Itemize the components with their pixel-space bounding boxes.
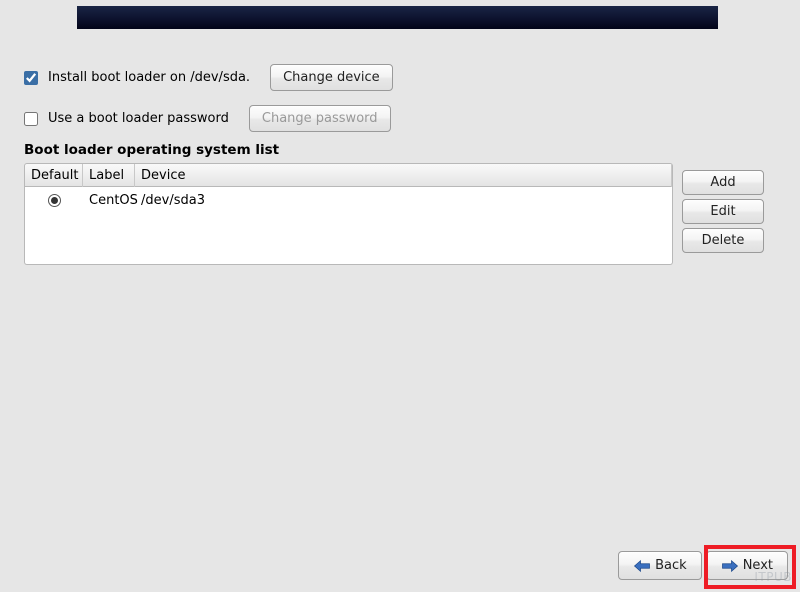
os-list: Default Label Device CentOS /dev/sda3 (24, 163, 673, 265)
change-device-button[interactable]: Change device (270, 64, 393, 91)
os-list-actions: Add Edit Delete (682, 170, 764, 253)
add-button[interactable]: Add (682, 170, 764, 195)
row-label: CentOS (83, 189, 135, 212)
use-password-row: Use a boot loader password Change passwo… (24, 105, 391, 132)
os-list-header: Default Label Device (24, 163, 673, 187)
back-button-label: Back (655, 558, 687, 573)
radio-selected-icon (48, 194, 61, 207)
table-row[interactable]: CentOS /dev/sda3 (25, 187, 672, 214)
os-list-title: Boot loader operating system list (24, 142, 279, 158)
change-password-button[interactable]: Change password (249, 105, 391, 132)
column-device[interactable]: Device (135, 164, 672, 187)
column-default[interactable]: Default (25, 164, 83, 187)
header-banner (77, 6, 718, 29)
row-device: /dev/sda3 (135, 189, 672, 212)
arrow-right-icon (721, 559, 739, 573)
install-bootloader-row: Install boot loader on /dev/sda. Change … (24, 64, 393, 91)
edit-button[interactable]: Edit (682, 199, 764, 224)
use-password-label: Use a boot loader password (48, 111, 229, 126)
row-default-radio[interactable] (25, 189, 83, 212)
watermark: ITPUB (754, 570, 792, 584)
arrow-left-icon (633, 559, 651, 573)
column-label[interactable]: Label (83, 164, 135, 187)
install-bootloader-checkbox[interactable] (24, 71, 38, 85)
use-password-checkbox[interactable] (24, 112, 38, 126)
delete-button[interactable]: Delete (682, 228, 764, 253)
install-bootloader-label: Install boot loader on /dev/sda. (48, 70, 250, 85)
os-list-body[interactable]: CentOS /dev/sda3 (24, 187, 673, 265)
back-button[interactable]: Back (618, 551, 702, 580)
